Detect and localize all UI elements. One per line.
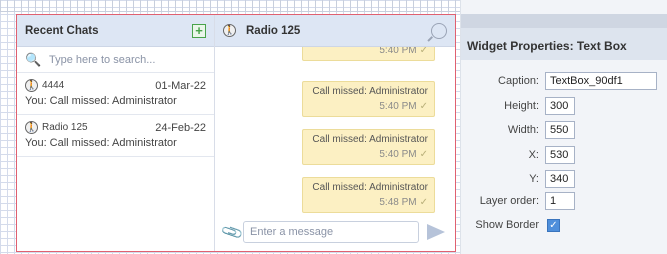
properties-title: Widget Properties: Text Box [461, 28, 667, 60]
x-label: X: [528, 149, 539, 161]
width-input[interactable]: 550 [545, 121, 575, 139]
widget-properties-panel: Widget Properties: Text Box Caption: Tex… [460, 0, 667, 254]
recent-chats-title: Recent Chats [25, 24, 99, 37]
person-icon: 🚶 [25, 121, 38, 134]
prop-border-row: Show Border ✓ [461, 216, 667, 234]
check-icon: ✓ [419, 101, 428, 112]
message-time: 5:40 PM [379, 47, 417, 56]
message-text: Call missed: Administrator [312, 182, 428, 193]
chat-date: 24-Feb-22 [155, 121, 206, 134]
properties-band [461, 14, 667, 28]
prop-caption-row: Caption: TextBox_90df1 [461, 72, 667, 90]
prop-x-row: X: 530 [461, 146, 667, 164]
conversation-header: 🚶 Radio 125 [215, 15, 455, 47]
conversation-panel: 🚶 Radio 125 Call missed: Administrator 5… [215, 15, 455, 251]
layer-order-label: Layer order: [479, 195, 539, 207]
message-input[interactable]: Enter a message [243, 221, 419, 243]
recent-chats-header: Recent Chats + [17, 15, 214, 47]
message-time: 5:40 PM [379, 101, 417, 112]
x-input[interactable]: 530 [545, 146, 575, 164]
show-border-checkbox[interactable]: ✓ [547, 218, 560, 232]
message-composer: 📎 Enter a message [215, 217, 455, 247]
check-icon: ✓ [419, 197, 428, 208]
message-text: Call missed: Administrator [312, 86, 428, 97]
person-icon: 🚶 [25, 79, 38, 92]
chat-list-item[interactable]: 🚶 4444 01-Mar-22 You: Call missed: Admin… [17, 73, 214, 115]
caption-input[interactable]: TextBox_90df1 [545, 72, 657, 90]
message-bubble: Call missed: Administrator 5:40 PM✓ [302, 47, 435, 61]
add-chat-icon[interactable]: + [192, 23, 206, 38]
chat-date: 01-Mar-22 [155, 79, 206, 92]
height-label: Height: [504, 100, 539, 112]
chat-name: Radio 125 [42, 122, 88, 133]
chat-preview: You: Call missed: Administrator [25, 95, 177, 107]
show-border-label: Show Border [475, 219, 539, 231]
search-icon[interactable] [431, 22, 447, 39]
message-time: 5:48 PM [379, 197, 417, 208]
message-bubble: Call missed: Administrator 5:40 PM✓ [302, 129, 435, 165]
conversation-title: Radio 125 [246, 24, 301, 37]
height-input[interactable]: 300 [545, 97, 575, 115]
chat-widget-selected[interactable]: Recent Chats + 🔍 Type here to search... … [16, 14, 456, 252]
top-ruler [0, 0, 460, 12]
message-bubble: Call missed: Administrator 5:40 PM✓ [302, 81, 435, 117]
caption-label: Caption: [498, 75, 539, 87]
prop-y-row: Y: 340 [461, 170, 667, 188]
message-list[interactable]: Call missed: Administrator 5:40 PM✓ Call… [215, 47, 455, 215]
layer-order-input[interactable]: 1 [545, 192, 575, 210]
message-time: 5:40 PM [379, 149, 417, 160]
send-icon[interactable] [427, 224, 445, 240]
width-label: Width: [507, 124, 539, 136]
y-label: Y: [529, 173, 539, 185]
chat-search-input[interactable]: Type here to search... [49, 54, 155, 66]
prop-height-row: Height: 300 [461, 97, 667, 115]
message-bubble: Call missed: Administrator 5:48 PM ✓ [302, 177, 435, 213]
chat-list-item[interactable]: 🚶 Radio 125 24-Feb-22 You: Call missed: … [17, 115, 214, 157]
prop-layer-row: Layer order: 1 [461, 192, 667, 210]
design-canvas: Recent Chats + 🔍 Type here to search... … [0, 0, 460, 254]
chat-preview: You: Call missed: Administrator [25, 137, 177, 149]
message-text: Call missed: Administrator [312, 134, 428, 145]
recent-chats-panel: Recent Chats + 🔍 Type here to search... … [17, 15, 215, 251]
check-icon: ✓ [419, 149, 428, 160]
chat-name: 4444 [42, 80, 65, 91]
check-icon: ✓ [419, 47, 428, 56]
search-icon: 🔍 [25, 51, 42, 67]
chat-search[interactable]: 🔍 Type here to search... [17, 47, 214, 73]
prop-width-row: Width: 550 [461, 121, 667, 139]
y-input[interactable]: 340 [545, 170, 575, 188]
person-icon: 🚶 [223, 24, 236, 37]
